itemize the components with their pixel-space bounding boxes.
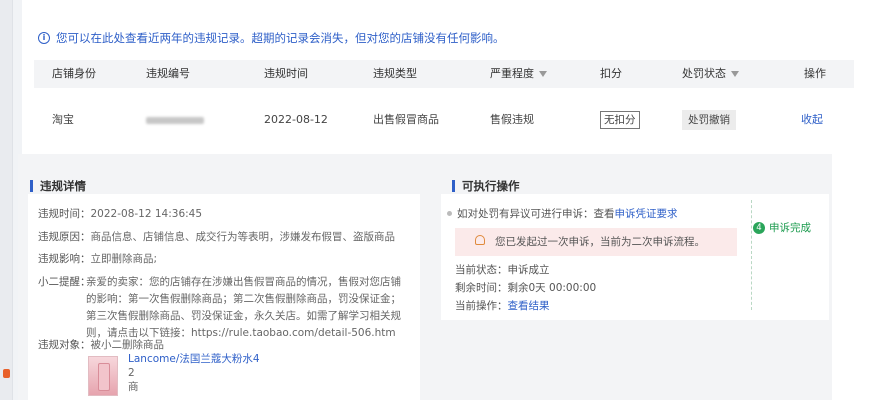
- badge-dot: [3, 369, 10, 378]
- detail-area: 违规详情 可执行操作 违规时间：2022-08-12 14:36:45 违规原因…: [18, 154, 832, 400]
- remain-value: 剩余0天 00:00:00: [507, 282, 597, 294]
- impact-value: 立即删除商品;: [90, 253, 158, 265]
- warning-text: 您已发起过一次申诉，当前为二次申诉流程。: [495, 236, 705, 248]
- view-result-link[interactable]: 查看结果: [508, 300, 550, 312]
- col-action: 操作: [804, 67, 826, 80]
- impact-label: 违规影响：: [38, 253, 91, 265]
- col-shop: 店铺身份: [52, 67, 96, 80]
- table-row: 淘宝 2022-08-12 出售假冒商品 售假违规 无扣分 处罚撤销 收起: [34, 103, 854, 137]
- col-severity[interactable]: 严重程度: [490, 60, 547, 88]
- table-header: 店铺身份 违规编号 违规时间 违规类型 严重程度 扣分 处罚状态 操作: [34, 60, 854, 88]
- col-severity-label: 严重程度: [490, 67, 534, 80]
- cell-status: 处罚撤销: [682, 103, 736, 137]
- col-points: 扣分: [600, 67, 622, 80]
- timeline-dot: [447, 211, 452, 216]
- actions-panel: 如对处罚有异议可进行申诉：查看申诉凭证要求 您已发起过一次申诉，当前为二次申诉流…: [441, 194, 829, 320]
- step-complete: 4 申诉完成: [753, 220, 811, 235]
- left-scrollbar[interactable]: [0, 0, 13, 400]
- product-info: Lancome/法国兰蔻大粉水4 2 商: [128, 352, 260, 394]
- remain-label: 剩余时间：: [455, 282, 508, 294]
- appeal-requirements-link[interactable]: 申诉凭证要求: [615, 208, 678, 220]
- reason-label: 违规原因：: [38, 231, 91, 243]
- col-id: 违规编号: [146, 67, 190, 80]
- filter-icon[interactable]: [731, 71, 739, 77]
- object-value: 被小二删除商品: [90, 339, 165, 351]
- col-status[interactable]: 处罚状态: [682, 60, 739, 88]
- product-line2: 2: [128, 367, 135, 379]
- timeline-line: [751, 200, 752, 310]
- cell-shop: 淘宝: [52, 113, 74, 126]
- actions-title: 可执行操作: [452, 180, 520, 192]
- notice-text: 您可以在此处查看近两年的违规记录。超期的记录会消失，但对您的店铺没有任何影响。: [56, 31, 505, 45]
- cell-id: [146, 103, 204, 137]
- detail-time: 违规时间：2022-08-12 14:36:45: [38, 206, 202, 223]
- product-line3: 商: [128, 381, 139, 393]
- step-number: 4: [753, 221, 765, 234]
- points-tag: 无扣分: [600, 111, 640, 129]
- detail-panel: 违规时间：2022-08-12 14:36:45 违规原因：商品信息、店铺信息、…: [28, 194, 420, 400]
- filter-icon[interactable]: [539, 71, 547, 77]
- op-label: 当前操作：: [455, 300, 508, 312]
- cell-type: 出售假冒商品: [373, 113, 439, 126]
- page: i 您可以在此处查看近两年的违规记录。超期的记录会消失，但对您的店铺没有任何影响…: [0, 0, 872, 400]
- status-tag: 处罚撤销: [682, 110, 736, 130]
- product-card[interactable]: Lancome/法国兰蔻大粉水4 2 商: [88, 352, 388, 396]
- info-notice: i 您可以在此处查看近两年的违规记录。超期的记录会消失，但对您的店铺没有任何影响…: [38, 30, 505, 46]
- detail-impact: 违规影响：立即删除商品;: [38, 251, 157, 268]
- col-time: 违规时间: [264, 67, 308, 80]
- bottle-icon: [98, 363, 110, 391]
- col-type: 违规类型: [373, 67, 417, 80]
- tip-value: 亲爱的卖家：您的店铺存在涉嫌出售假冒商品的情况，售假对您店铺的影响：第一次售假删…: [86, 276, 401, 339]
- appeal-prompt-row: 如对处罚有异议可进行申诉：查看申诉凭证要求: [457, 206, 678, 221]
- cell-severity: 售假违规: [490, 113, 534, 126]
- status-value: 申诉成立: [507, 264, 550, 276]
- detail-title: 违规详情: [30, 180, 86, 192]
- redacted-id: [146, 116, 204, 124]
- appeal-prompt: 如对处罚有异议可进行申诉：查看: [457, 208, 615, 220]
- product-image[interactable]: [88, 356, 118, 396]
- detail-reason: 违规原因：商品信息、店铺信息、成交行为等表明，涉嫌发布假冒、盗版商品: [38, 229, 395, 246]
- current-operation: 当前操作：查看结果: [455, 298, 550, 315]
- col-status-label: 处罚状态: [682, 67, 726, 80]
- tip-label: 小二提醒：: [38, 276, 91, 288]
- warning-box: 您已发起过一次申诉，当前为二次申诉流程。: [455, 228, 737, 256]
- status-label: 当前状态：: [455, 264, 508, 276]
- collapse-link[interactable]: 收起: [801, 103, 823, 137]
- product-name[interactable]: Lancome/法国兰蔻大粉水4: [128, 352, 260, 366]
- time-value: 2022-08-12 14:36:45: [90, 208, 203, 220]
- current-status: 当前状态：申诉成立: [455, 262, 550, 279]
- remaining-time: 剩余时间：剩余0天 00:00:00: [455, 280, 596, 297]
- cell-points: 无扣分: [600, 103, 640, 137]
- object-label: 违规对象：: [38, 339, 91, 351]
- step-label: 申诉完成: [769, 222, 811, 234]
- reason-value: 商品信息、店铺信息、成交行为等表明，涉嫌发布假冒、盗版商品: [90, 231, 396, 243]
- time-label: 违规时间：: [38, 208, 91, 220]
- detail-tip: 小二提醒： 亲爱的卖家：您的店铺存在涉嫌出售假冒商品的情况，售假对您店铺的影响：第…: [38, 274, 408, 342]
- cell-time: 2022-08-12: [264, 113, 328, 126]
- info-icon: i: [38, 32, 50, 44]
- bell-icon: [475, 235, 485, 245]
